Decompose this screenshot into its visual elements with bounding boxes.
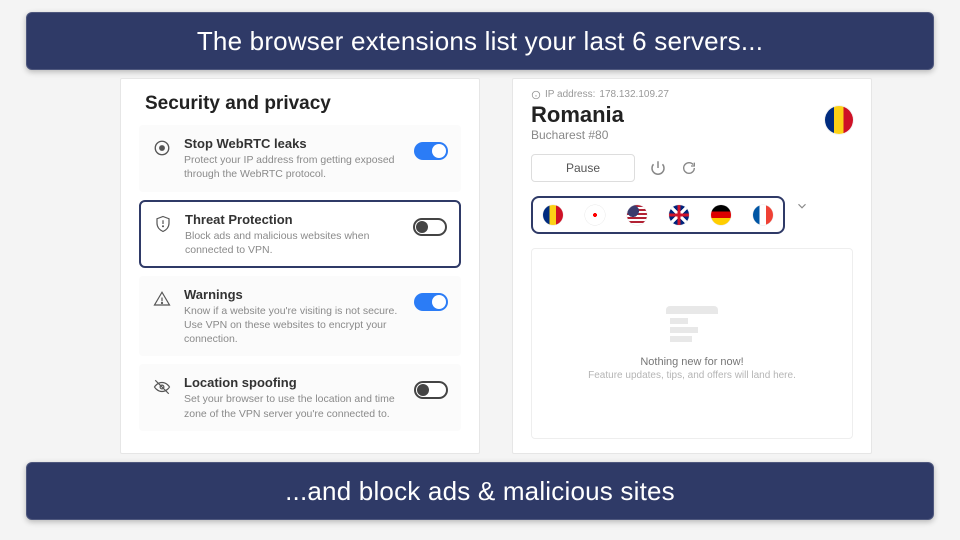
setting-location-desc: Set your browser to use the location and… bbox=[184, 392, 402, 420]
connected-flag-icon bbox=[825, 106, 853, 134]
eye-off-icon bbox=[152, 377, 172, 397]
recent-server-ca[interactable] bbox=[585, 205, 605, 225]
setting-threat-toggle[interactable] bbox=[413, 218, 447, 236]
settings-panel: Security and privacy Stop WebRTC leaks P… bbox=[120, 78, 480, 454]
setting-warnings-title: Warnings bbox=[184, 287, 402, 302]
feed-sub: Feature updates, tips, and offers will l… bbox=[588, 370, 796, 381]
connection-panel: IP address: 178.132.109.27 Romania Bucha… bbox=[512, 78, 872, 454]
recent-server-us[interactable] bbox=[627, 205, 647, 225]
ip-line: IP address: 178.132.109.27 bbox=[531, 89, 853, 100]
setting-threat-protection: Threat Protection Block ads and maliciou… bbox=[139, 200, 461, 269]
shield-icon bbox=[153, 214, 173, 234]
refresh-icon[interactable] bbox=[681, 160, 697, 176]
setting-webrtc: Stop WebRTC leaks Protect your IP addres… bbox=[139, 125, 461, 192]
recent-server-uk[interactable] bbox=[669, 205, 689, 225]
setting-location-title: Location spoofing bbox=[184, 375, 402, 390]
power-icon[interactable] bbox=[649, 159, 667, 177]
recent-server-fr[interactable] bbox=[753, 205, 773, 225]
setting-threat-desc: Block ads and malicious websites when co… bbox=[185, 229, 401, 257]
caption-banner-top: The browser extensions list your last 6 … bbox=[26, 12, 934, 70]
caption-bottom-text: ...and block ads & malicious sites bbox=[285, 476, 675, 507]
setting-warnings: Warnings Know if a website you're visiti… bbox=[139, 276, 461, 356]
feed-title: Nothing new for now! bbox=[640, 356, 743, 368]
setting-webrtc-title: Stop WebRTC leaks bbox=[184, 136, 402, 151]
chevron-down-icon[interactable] bbox=[795, 199, 809, 218]
connected-country: Romania bbox=[531, 102, 624, 128]
setting-webrtc-toggle[interactable] bbox=[414, 142, 448, 160]
setting-location-spoofing: Location spoofing Set your browser to us… bbox=[139, 364, 461, 431]
warning-icon bbox=[152, 289, 172, 309]
feed-panel: Nothing new for now! Feature updates, ti… bbox=[531, 248, 853, 439]
recent-server-ro[interactable] bbox=[543, 205, 563, 225]
settings-title: Security and privacy bbox=[145, 93, 461, 115]
pause-label: Pause bbox=[566, 161, 600, 175]
info-icon bbox=[531, 90, 541, 100]
feed-placeholder-icon bbox=[666, 306, 718, 344]
setting-threat-title: Threat Protection bbox=[185, 212, 401, 227]
setting-webrtc-desc: Protect your IP address from getting exp… bbox=[184, 153, 402, 181]
pause-button[interactable]: Pause bbox=[531, 154, 635, 182]
ip-label: IP address: bbox=[545, 89, 595, 100]
setting-location-toggle[interactable] bbox=[414, 381, 448, 399]
recent-servers-strip bbox=[531, 196, 785, 234]
connected-city: Bucharest #80 bbox=[531, 128, 624, 142]
webrtc-icon bbox=[152, 138, 172, 158]
setting-warnings-toggle[interactable] bbox=[414, 293, 448, 311]
setting-warnings-desc: Know if a website you're visiting is not… bbox=[184, 304, 402, 347]
recent-server-de[interactable] bbox=[711, 205, 731, 225]
caption-top-text: The browser extensions list your last 6 … bbox=[197, 26, 763, 57]
caption-banner-bottom: ...and block ads & malicious sites bbox=[26, 462, 934, 520]
ip-value: 178.132.109.27 bbox=[599, 89, 669, 100]
